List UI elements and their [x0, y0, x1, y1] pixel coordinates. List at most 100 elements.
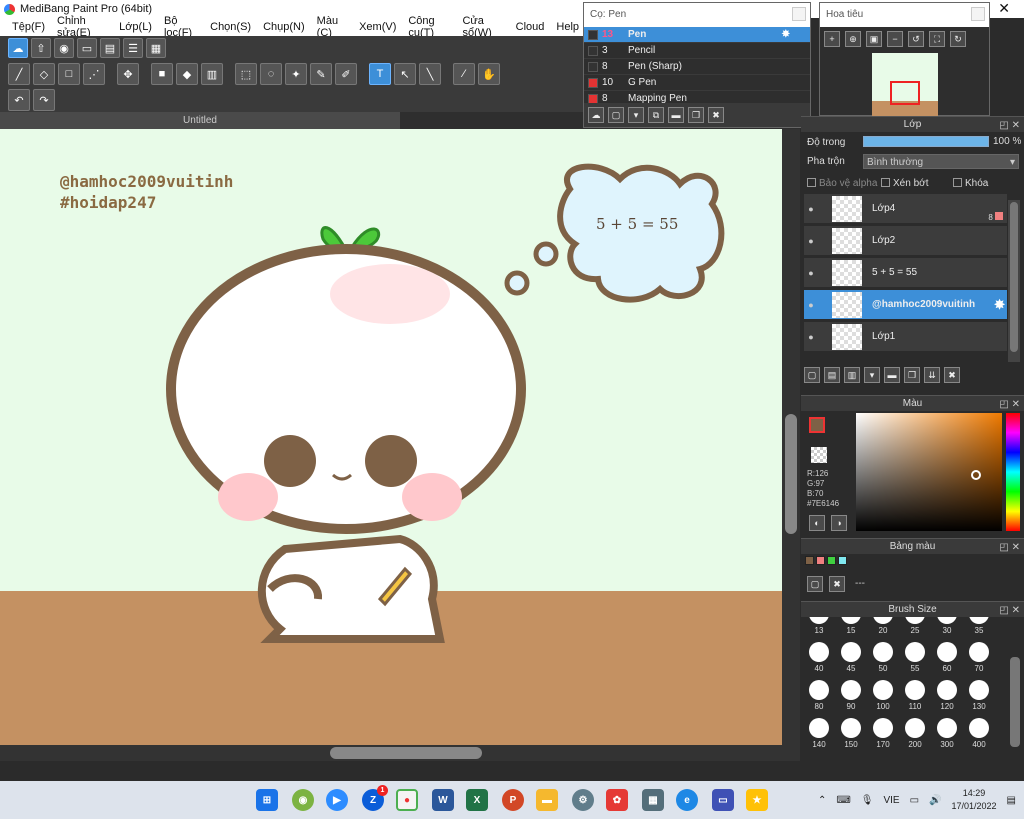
folder-icon[interactable]: ▬: [668, 107, 684, 123]
upload-icon[interactable]: ⇧: [31, 38, 51, 58]
brush-settings-gear-icon[interactable]: ✸: [782, 29, 790, 40]
operation-tool-icon[interactable]: ↖: [394, 63, 416, 85]
eye-icon[interactable]: ●: [804, 268, 818, 278]
edge-icon[interactable]: e: [676, 789, 698, 811]
duplicate-icon[interactable]: ❐: [688, 107, 704, 123]
new-8bit-layer-icon[interactable]: ▥: [844, 367, 860, 383]
eye-icon[interactable]: ●: [804, 236, 818, 246]
brush-size-cell[interactable]: 400: [963, 715, 995, 749]
layer-row[interactable]: ● Lớp2: [804, 226, 1007, 256]
brush-size-cell[interactable]: 200: [899, 715, 931, 749]
menu-help[interactable]: Help: [550, 21, 585, 33]
close-window-button[interactable]: ✕: [998, 0, 1010, 17]
clock[interactable]: 14:29 17/01/2022: [952, 787, 997, 813]
rotate-right-icon[interactable]: ↻: [950, 31, 966, 47]
layer-scrollbar[interactable]: [1008, 200, 1020, 362]
cloud-icon[interactable]: ☁: [8, 38, 28, 58]
new-halftone-layer-icon[interactable]: ▤: [824, 367, 840, 383]
cloud-brush-icon[interactable]: ☁: [588, 107, 604, 123]
menu-file[interactable]: Tệp(F): [6, 21, 51, 33]
tab-untitled[interactable]: Untitled: [0, 112, 400, 129]
zoom-in-icon[interactable]: +: [824, 31, 840, 47]
notification-icon[interactable]: ▤: [1007, 795, 1016, 806]
language-indicator[interactable]: VIE: [883, 795, 899, 806]
merge-layer-icon[interactable]: ⇊: [924, 367, 940, 383]
brush-item[interactable]: 10 G Pen: [584, 75, 810, 91]
star-app-icon[interactable]: ★: [746, 789, 768, 811]
color-picker-cursor[interactable]: [971, 470, 981, 480]
select-tool-icon[interactable]: ⬚: [235, 63, 257, 85]
brush-item[interactable]: 3 Pencil: [584, 43, 810, 59]
layer-menu-icon[interactable]: ▾: [864, 367, 880, 383]
fullscreen-icon[interactable]: ⛶: [929, 31, 945, 47]
brush-size-scrollbar[interactable]: [1010, 657, 1020, 747]
layer-row[interactable]: ● @hamhoc2009vuitinh ✸: [804, 290, 1007, 320]
eraser-tool-icon[interactable]: ◇: [33, 63, 55, 85]
delete-layer-icon[interactable]: ✖: [944, 367, 960, 383]
brush-size-cell[interactable]: 90: [835, 677, 867, 711]
menu-layer[interactable]: Lớp(L): [113, 21, 158, 33]
speech-bubble-icon[interactable]: ◉: [54, 38, 74, 58]
chevron-up-icon[interactable]: ⌃: [818, 795, 826, 806]
menu-snap[interactable]: Chụp(N): [257, 21, 311, 33]
word-icon[interactable]: W: [432, 789, 454, 811]
brush-tool-icon[interactable]: ╱: [8, 63, 30, 85]
text-tool-icon[interactable]: T: [369, 63, 391, 85]
brush-size-cell[interactable]: 13: [803, 617, 835, 635]
select-eraser-icon[interactable]: ✐: [335, 63, 357, 85]
microphone-icon[interactable]: 🎙: [861, 795, 874, 806]
brush-size-cell[interactable]: 70: [963, 639, 995, 673]
dot-tool-icon[interactable]: ⋰: [83, 63, 105, 85]
palette-swatch-1[interactable]: [805, 556, 814, 565]
zalo-icon[interactable]: Z1: [362, 785, 388, 811]
foreground-color-swatch[interactable]: [809, 417, 825, 433]
volume-icon[interactable]: 🔊: [929, 795, 941, 806]
brush-panel-close-box[interactable]: [792, 7, 806, 21]
brush-size-cell[interactable]: 45: [835, 639, 867, 673]
hue-slider[interactable]: [1006, 413, 1020, 531]
zoom-app-icon[interactable]: ▶: [326, 789, 348, 811]
brush-size-cell[interactable]: 35: [963, 617, 995, 635]
brush-size-cell[interactable]: 80: [803, 677, 835, 711]
brush-size-cell[interactable]: 15: [835, 617, 867, 635]
duplicate-layer-icon[interactable]: ❐: [904, 367, 920, 383]
saturation-value-picker[interactable]: [856, 413, 1002, 531]
brush-size-cell[interactable]: 55: [899, 639, 931, 673]
vertical-scroll-thumb[interactable]: [785, 414, 797, 534]
canvas-horizontal-scrollbar[interactable]: [0, 745, 800, 761]
brush-size-cell[interactable]: 300: [931, 715, 963, 749]
brush-size-cell[interactable]: 170: [867, 715, 899, 749]
excel-icon[interactable]: X: [466, 789, 488, 811]
new-layer-icon[interactable]: ▢: [804, 367, 820, 383]
brush-size-cell[interactable]: 40: [803, 639, 835, 673]
trash-icon[interactable]: ✖: [708, 107, 724, 123]
transparent-color-swatch[interactable]: [811, 447, 827, 463]
navigator-thumbnail[interactable]: [872, 53, 938, 117]
zoom-out-icon[interactable]: −: [887, 31, 903, 47]
opacity-slider[interactable]: [863, 136, 989, 147]
pen-divide-icon[interactable]: ╲: [419, 63, 441, 85]
palette-swatch-2[interactable]: [816, 556, 825, 565]
menu-cloud[interactable]: Cloud: [510, 21, 551, 33]
brush-size-cell[interactable]: 130: [963, 677, 995, 711]
menu-view[interactable]: Xem(V): [353, 21, 402, 33]
undo-icon[interactable]: ↶: [8, 89, 30, 111]
chrome-alt-icon[interactable]: ◉: [292, 789, 314, 811]
hand-tool-icon[interactable]: ✋: [478, 63, 500, 85]
calculator-icon[interactable]: ▦: [642, 789, 664, 811]
brush-size-cell[interactable]: 20: [867, 617, 899, 635]
layer-settings-gear-icon[interactable]: ✸: [994, 297, 1005, 313]
blend-mode-select[interactable]: Bình thường ▾: [863, 154, 1019, 169]
brush-item[interactable]: 8 Pen (Sharp): [584, 59, 810, 75]
paint-app-icon[interactable]: ✿: [606, 789, 628, 811]
color-mode-icon[interactable]: ◑: [831, 515, 847, 531]
copy-brush-icon[interactable]: ⧉: [648, 107, 664, 123]
zoom-fit-in-icon[interactable]: ⊕: [845, 31, 861, 47]
canvas-vertical-scrollbar[interactable]: [782, 129, 800, 745]
lasso-tool-icon[interactable]: ◌: [260, 63, 282, 85]
eye-icon[interactable]: ●: [804, 204, 818, 214]
eye-icon[interactable]: ●: [804, 332, 818, 342]
powerpoint-icon[interactable]: P: [502, 789, 524, 811]
clipping-checkbox[interactable]: Xén bớt: [881, 178, 928, 189]
magic-wand-icon[interactable]: ✦: [285, 63, 307, 85]
